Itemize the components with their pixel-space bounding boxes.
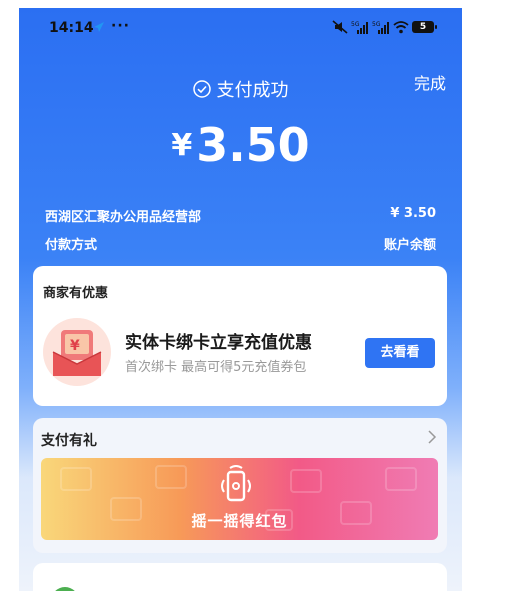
go-see-button[interactable]: 去看看 xyxy=(365,338,435,368)
merchant-offer-card: 商家有优惠 ¥ 实体卡绑卡立享充值优惠 首次绑卡 最高可得5元充值券包 去看看 xyxy=(33,266,447,406)
merchant-row: 西湖区汇聚办公用品经营部 ¥ 3.50 xyxy=(45,206,436,225)
app-logo-icon xyxy=(51,587,79,591)
payment-result-screen: 14:14 ··· 5G 5G 5 完成 支付成功 ¥3.50 西湖区汇聚办公用… xyxy=(19,8,462,591)
chevron-right-icon xyxy=(428,430,437,444)
payment-method-value: 账户余额 xyxy=(383,238,436,253)
svg-text:5G: 5G xyxy=(351,21,360,28)
merchant-name: 西湖区汇聚办公用品经营部 xyxy=(45,210,202,225)
next-card-partial xyxy=(33,563,447,591)
wifi-icon xyxy=(393,21,409,34)
location-arrow-icon xyxy=(94,22,104,32)
promo-subtitle: 首次绑卡 最高可得5元充值券包 xyxy=(125,360,307,375)
check-circle-icon xyxy=(192,80,211,98)
merchant-offer-title: 商家有优惠 xyxy=(43,286,109,301)
payment-gift-card[interactable]: 支付有礼 摇一摇得红包 xyxy=(33,418,447,553)
status-time: 14:14 xyxy=(49,20,94,36)
shake-banner-text: 摇一摇得红包 xyxy=(191,512,288,530)
red-envelope-gift-icon: ¥ xyxy=(43,318,111,386)
svg-text:¥: ¥ xyxy=(70,338,80,354)
status-bar: 14:14 ··· 5G 5G 5 xyxy=(19,8,462,48)
payment-success-text: 支付成功 xyxy=(216,80,289,101)
payment-success-row: 支付成功 xyxy=(19,76,462,102)
payment-method-row: 付款方式 账户余额 xyxy=(45,234,436,253)
signal-5g-icon-2: 5G xyxy=(372,21,389,34)
currency-symbol: ¥ xyxy=(171,128,193,163)
svg-text:5G: 5G xyxy=(372,21,381,28)
status-icons: 5G 5G 5 xyxy=(332,19,437,35)
status-more-dots: ··· xyxy=(111,18,130,34)
mute-icon xyxy=(332,20,348,34)
promo-title: 实体卡绑卡立享充值优惠 xyxy=(125,333,312,353)
shake-phone-icon xyxy=(221,465,251,502)
payment-gift-title: 支付有礼 xyxy=(41,433,97,449)
merchant-amount: ¥ 3.50 xyxy=(390,206,436,221)
shake-red-packet-banner[interactable]: 摇一摇得红包 xyxy=(41,458,438,540)
payment-method-label: 付款方式 xyxy=(45,238,98,253)
amount-value: 3.50 xyxy=(196,118,310,172)
signal-5g-icon: 5G xyxy=(351,21,368,34)
battery-icon: 5 xyxy=(412,21,437,33)
payment-amount: ¥3.50 xyxy=(19,118,462,172)
